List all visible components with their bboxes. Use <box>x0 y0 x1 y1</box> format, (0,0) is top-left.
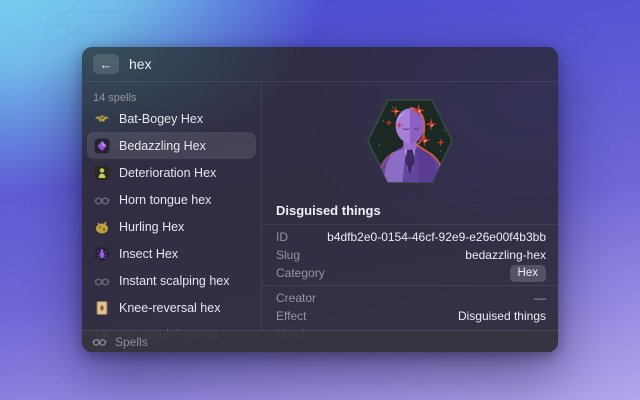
glasses-icon <box>94 192 110 208</box>
artwork-area <box>262 83 558 193</box>
spell-list-item[interactable]: Deterioration Hex <box>87 159 256 186</box>
metadata-list: ID b4dfb2e0-0154-46cf-92e9-e26e00f4b3bb Sl… <box>262 225 558 343</box>
spell-name: Knee-reversal hex <box>119 301 220 315</box>
metadata-row: Effect Disguised things <box>262 307 558 325</box>
search-input[interactable] <box>129 56 547 72</box>
spell-name: Deterioration Hex <box>119 166 216 180</box>
metadata-value: bedazzling-hex <box>465 248 546 262</box>
spell-list-item[interactable]: Horn tongue hex <box>87 186 256 213</box>
controller-sketch <box>34 5 164 47</box>
spell-name: Hurling Hex <box>119 220 184 234</box>
footer-bar: Spells <box>82 330 558 352</box>
spell-list-item[interactable]: Bedazzling Hex <box>87 132 256 159</box>
figure-icon <box>94 165 110 181</box>
back-arrow-icon: ← <box>100 58 113 71</box>
back-button[interactable]: ← <box>93 54 119 74</box>
category-badge: Hex <box>510 265 546 282</box>
metadata-divider <box>262 285 558 286</box>
metadata-row: ID b4dfb2e0-0154-46cf-92e9-e26e00f4b3bb <box>262 228 558 246</box>
footer-source-label: Spells <box>115 335 148 349</box>
metadata-label: Creator <box>276 291 316 305</box>
search-bar: ← <box>82 47 558 82</box>
spell-count-label: 14 spells <box>87 83 256 105</box>
metadata-value: — <box>534 291 546 305</box>
spell-name: Horn tongue hex <box>119 193 211 207</box>
metadata-row: Creator — <box>262 289 558 307</box>
spell-list: Bat-Bogey Hex Bedazzling Hex Deterioration… <box>87 105 256 348</box>
spell-detail-panel: Disguised things ID b4dfb2e0-0154-46cf-92… <box>262 83 558 352</box>
metadata-row: Category Hex <box>262 264 558 282</box>
gem-icon <box>94 138 110 154</box>
spell-list-item[interactable]: Knee-reversal hex <box>87 294 256 321</box>
spell-browser-window: ← 14 spells Bat-Bogey Hex Bedazzling Hex D… <box>82 47 558 352</box>
metadata-value: b4dfb2e0-0154-46cf-92e9-e26e00f4b3bb <box>327 230 546 244</box>
spell-list-item[interactable]: Bat-Bogey Hex <box>87 105 256 132</box>
metadata-row: Slug bedazzling-hex <box>262 246 558 264</box>
spell-list-item[interactable]: Insect Hex <box>87 240 256 267</box>
spell-name: Instant scalping hex <box>119 274 230 288</box>
bat-icon <box>94 111 110 127</box>
spell-list-panel: 14 spells Bat-Bogey Hex Bedazzling Hex Det… <box>82 83 262 352</box>
metadata-label: Slug <box>276 248 300 262</box>
spell-list-item[interactable]: Hurling Hex <box>87 213 256 240</box>
insect-icon <box>94 246 110 262</box>
spell-name: Bedazzling Hex <box>119 139 206 153</box>
glasses-icon <box>94 273 110 289</box>
hurl-icon <box>94 219 110 235</box>
content-area: 14 spells Bat-Bogey Hex Bedazzling Hex Det… <box>82 83 558 352</box>
spell-artwork <box>364 92 456 190</box>
metadata-value: Disguised things <box>458 309 546 323</box>
metadata-label: ID <box>276 230 288 244</box>
detail-section-title: Disguised things <box>262 193 558 224</box>
card-icon <box>94 300 110 316</box>
glasses-icon <box>92 334 107 349</box>
metadata-label: Effect <box>276 309 306 323</box>
metadata-label: Category <box>276 266 325 280</box>
spell-name: Insect Hex <box>119 247 178 261</box>
spell-list-item[interactable]: Instant scalping hex <box>87 267 256 294</box>
spell-name: Bat-Bogey Hex <box>119 112 203 126</box>
